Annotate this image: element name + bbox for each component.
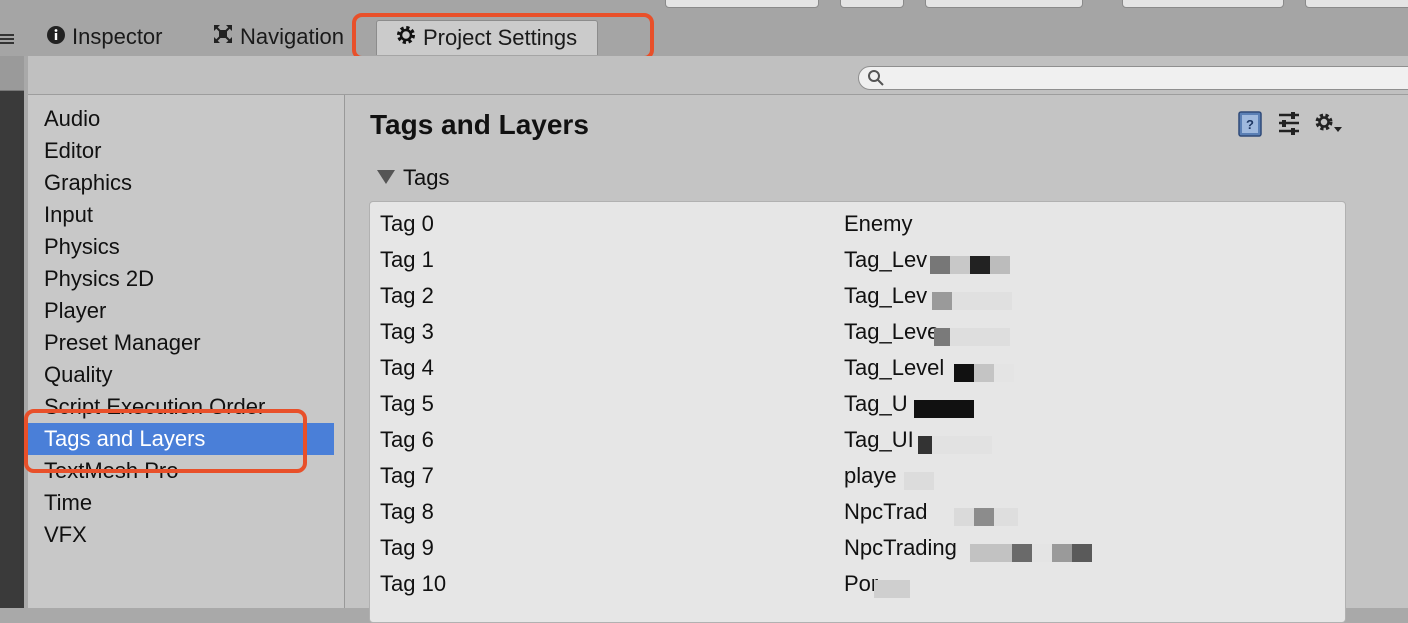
tag-label: Tag 3: [380, 319, 434, 344]
settings-content: Tags and Layers ? Tags Tag 0 Enemy Tag 1…: [345, 95, 1408, 623]
tag-label: Tag 6: [380, 427, 434, 452]
sidebar-item-script-execution-order[interactable]: Script Execution Order: [28, 391, 334, 423]
tags-foldout[interactable]: Tags: [377, 163, 449, 193]
tag-row: Tag 1 Tag_Lev: [370, 242, 1345, 278]
foldout-triangle-icon: [377, 170, 395, 185]
dock-panel: [0, 56, 24, 91]
tag-row: Tag 4 Tag_Level: [370, 350, 1345, 386]
sidebar-item-physics-2d[interactable]: Physics 2D: [28, 263, 334, 295]
tab-project-settings[interactable]: Project Settings: [376, 20, 599, 56]
tag-value[interactable]: Enemy: [844, 206, 912, 242]
tab-label: Inspector: [72, 24, 163, 49]
sidebar-item-physics[interactable]: Physics: [28, 231, 334, 263]
toolbar-button[interactable]: [665, 0, 819, 8]
tag-row: Tag 7 playe: [370, 458, 1345, 494]
sidebar-item-vfx[interactable]: VFX: [28, 519, 334, 551]
tab-inspector[interactable]: Inspector: [46, 20, 163, 54]
info-icon: [46, 21, 66, 55]
tag-label: Tag 1: [380, 247, 434, 272]
tag-row: Tag 2 Tag_Lev: [370, 278, 1345, 314]
search-icon: [867, 69, 885, 92]
tag-value[interactable]: NpcTrad: [844, 494, 928, 530]
tag-label: Tag 10: [380, 571, 447, 596]
tag-row: Tag 6 Tag_UI: [370, 422, 1345, 458]
toolbar-button[interactable]: [840, 0, 904, 8]
tag-value[interactable]: Tag_UI: [844, 422, 914, 458]
redaction-blur: [932, 292, 1012, 312]
toolbar-button[interactable]: [1122, 0, 1284, 8]
menu-icon[interactable]: [0, 34, 14, 44]
toolbar-button[interactable]: [1305, 0, 1408, 8]
sidebar-item-player[interactable]: Player: [28, 295, 334, 327]
tag-value[interactable]: Tag_Lev: [844, 242, 927, 278]
sidebar-item-quality[interactable]: Quality: [28, 359, 334, 391]
redaction-blur: [934, 328, 1010, 348]
tag-label: Tag 4: [380, 355, 434, 380]
settings-sidebar: Audio Editor Graphics Input Physics Phys…: [28, 95, 345, 608]
tab-strip: Inspector Navigation Project Settings: [0, 0, 1408, 60]
tab-label: Project Settings: [423, 25, 578, 50]
presets-icon[interactable]: [1277, 111, 1301, 142]
redaction-blur: [904, 472, 934, 492]
sidebar-item-audio[interactable]: Audio: [28, 103, 334, 135]
tag-label: Tag 5: [380, 391, 434, 416]
redaction-blur: [970, 544, 1092, 564]
left-dock-strip: [0, 56, 24, 608]
tag-label: Tag 8: [380, 499, 434, 524]
sidebar-item-graphics[interactable]: Graphics: [28, 167, 334, 199]
navigation-icon: [212, 21, 234, 55]
tag-row: Tag 5 Tag_U: [370, 386, 1345, 422]
sidebar-item-tags-and-layers[interactable]: Tags and Layers: [28, 423, 334, 455]
redaction-blur: [930, 256, 1010, 276]
tag-label: Tag 7: [380, 463, 434, 488]
redaction-blur: [954, 364, 1014, 384]
tag-value[interactable]: Tag_Level: [844, 350, 944, 386]
help-book-icon[interactable]: ?: [1237, 111, 1263, 142]
tag-label: Tag 9: [380, 535, 434, 560]
svg-text:?: ?: [1246, 117, 1254, 132]
tag-value[interactable]: NpcTrading: [844, 530, 957, 566]
sidebar-item-time[interactable]: Time: [28, 487, 334, 519]
section-label: Tags: [403, 165, 450, 190]
tag-value[interactable]: Tag_Lev: [844, 278, 927, 314]
redaction-blur: [954, 508, 1018, 528]
tag-label: Tag 0: [380, 211, 434, 236]
redaction-blur: [918, 436, 992, 456]
tag-row: Tag 3 Tag_Leve: [370, 314, 1345, 350]
sidebar-item-preset-manager[interactable]: Preset Manager: [28, 327, 334, 359]
gear-icon: [395, 22, 417, 56]
redaction-blur: [914, 400, 974, 420]
project-settings-panel: Audio Editor Graphics Input Physics Phys…: [24, 56, 1408, 623]
page-title: Tags and Layers: [370, 109, 589, 140]
sidebar-item-editor[interactable]: Editor: [28, 135, 334, 167]
search-field[interactable]: [858, 66, 1408, 90]
tab-navigation[interactable]: Navigation: [212, 20, 344, 54]
sidebar-item-textmesh-pro[interactable]: TextMesh Pro: [28, 455, 334, 487]
redaction-blur: [874, 580, 910, 600]
tag-label: Tag 2: [380, 283, 434, 308]
sidebar-item-input[interactable]: Input: [28, 199, 334, 231]
tab-label: Navigation: [240, 24, 344, 49]
tag-value[interactable]: playe: [844, 458, 897, 494]
tag-value[interactable]: Tag_U: [844, 386, 908, 422]
toolbar-button[interactable]: [925, 0, 1083, 8]
tag-row: Tag 8 NpcTrad: [370, 494, 1345, 530]
tag-row: Tag 0 Enemy: [370, 206, 1345, 242]
tag-row: Tag 10 Por: [370, 566, 1345, 602]
tag-row: Tag 9 NpcTrading: [370, 530, 1345, 566]
tags-list: Tag 0 Enemy Tag 1 Tag_Lev Tag 2 Tag_Lev …: [369, 201, 1346, 623]
search-bar: [28, 56, 1408, 95]
tag-value[interactable]: Tag_Leve: [844, 314, 939, 350]
search-input[interactable]: [889, 68, 1408, 88]
settings-gear-icon[interactable]: [1313, 111, 1343, 142]
